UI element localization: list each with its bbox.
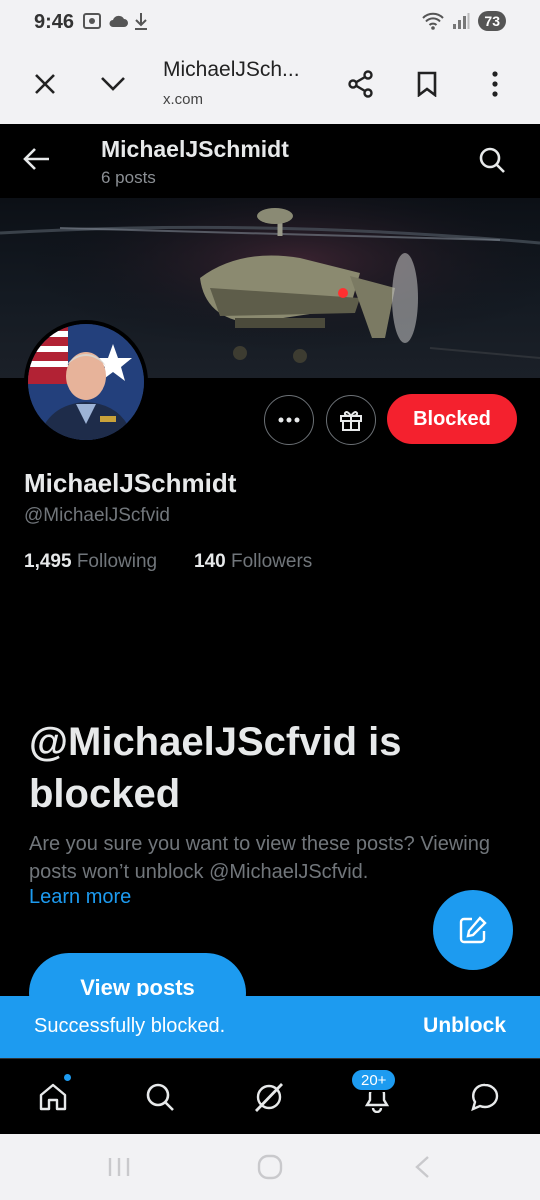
followers-label: Followers: [230, 551, 313, 572]
download-icon: [135, 13, 147, 30]
tab-search[interactable]: [140, 1077, 180, 1117]
home-circle-icon: [257, 1154, 283, 1180]
status-bar: 9:46 73: [0, 0, 540, 46]
system-navigation-bar: [0, 1134, 540, 1200]
chevron-down-icon: [101, 77, 125, 91]
profile-display-name: MichaelJSchmidt: [24, 468, 237, 498]
grok-icon: [254, 1083, 284, 1112]
share-icon: [348, 70, 373, 98]
more-vertical-icon: [492, 71, 498, 97]
back-arrow-icon: [23, 148, 49, 170]
gift-button[interactable]: [326, 395, 376, 445]
profile-handle: @MichaelJScfvid: [24, 505, 170, 526]
more-options-button[interactable]: [475, 64, 515, 104]
chat-bubble-icon: [471, 1083, 499, 1112]
status-time: 9:46: [34, 11, 75, 33]
following-count: 1,495: [24, 551, 72, 572]
home-icon: [39, 1083, 67, 1111]
recent-apps-button[interactable]: [107, 1156, 131, 1183]
bookmark-icon: [417, 71, 437, 97]
notifications-badge: 20+: [350, 1068, 398, 1092]
home-unread-dot: [62, 1072, 73, 1083]
signal-icon: [453, 13, 470, 29]
search-icon: [146, 1083, 174, 1111]
back-chevron-icon: [415, 1156, 429, 1178]
followers-link[interactable]: 140 Followers: [194, 551, 312, 573]
header-post-count: 6 posts: [101, 168, 156, 187]
compose-icon: [459, 916, 487, 944]
blocked-notice-description: Are you sure you want to view these post…: [29, 833, 490, 883]
blocked-button[interactable]: Blocked: [387, 394, 517, 444]
search-icon: [479, 147, 505, 173]
back-button[interactable]: [22, 146, 52, 177]
close-tab-button[interactable]: [25, 64, 65, 104]
gift-icon: [340, 411, 362, 431]
bookmark-button[interactable]: [407, 64, 447, 104]
profile-more-button[interactable]: [264, 395, 314, 445]
recent-apps-icon: [108, 1158, 130, 1176]
wifi-icon: [422, 12, 445, 30]
profile-photo: [28, 324, 144, 440]
status-icons: [82, 12, 148, 30]
toast-message: Successfully blocked.: [34, 1015, 226, 1037]
following-link[interactable]: 1,495 Following: [24, 551, 157, 573]
learn-more-link[interactable]: Learn more: [29, 886, 131, 909]
avatar[interactable]: [24, 320, 148, 444]
back-nav-button[interactable]: [413, 1155, 431, 1184]
home-nav-button[interactable]: [257, 1154, 283, 1185]
share-button[interactable]: [341, 64, 381, 104]
browser-url[interactable]: x.com: [163, 91, 203, 108]
toast-notification: Successfully blocked. Unblock: [0, 996, 540, 1058]
tab-messages[interactable]: [465, 1077, 505, 1117]
more-horizontal-icon: [278, 417, 300, 423]
tab-home[interactable]: [33, 1077, 73, 1117]
status-right: 73: [422, 11, 506, 31]
collapse-button[interactable]: [93, 64, 133, 104]
search-button[interactable]: [478, 146, 506, 179]
browser-toolbar: MichaelJSch... x.com: [0, 46, 540, 124]
screenshot-icon: [83, 13, 101, 29]
followers-count: 140: [194, 551, 226, 572]
browser-page-title[interactable]: MichaelJSch...: [163, 58, 300, 82]
compose-post-button[interactable]: [433, 890, 513, 970]
bottom-tab-bar: 20+: [0, 1058, 540, 1134]
close-icon: [35, 74, 55, 94]
profile-header: MichaelJSchmidt 6 posts: [0, 124, 540, 198]
blocked-notice-title: @MichaelJScfvid is blocked: [29, 720, 402, 816]
battery-indicator: 73: [478, 11, 506, 31]
unblock-button[interactable]: Unblock: [423, 1014, 506, 1038]
header-name: MichaelJSchmidt: [101, 136, 289, 162]
tab-grok[interactable]: [249, 1077, 289, 1117]
cloud-icon: [109, 15, 128, 27]
following-label: Following: [76, 551, 158, 572]
